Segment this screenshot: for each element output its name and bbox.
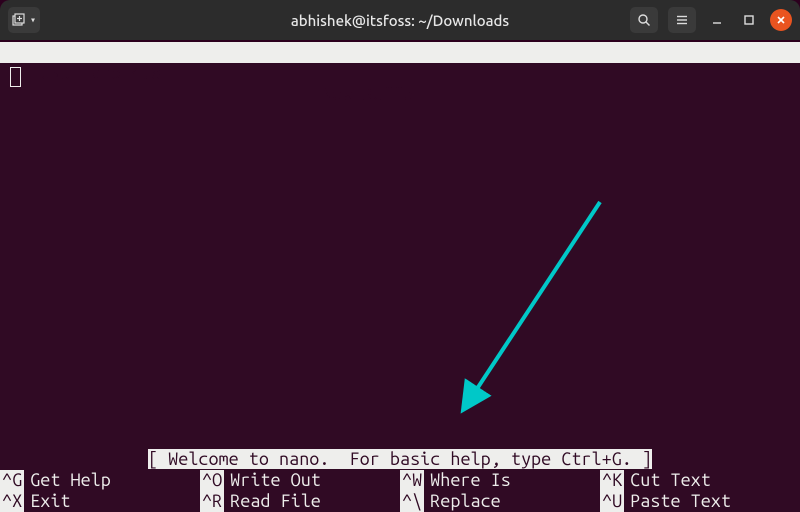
hamburger-menu-button[interactable] bbox=[668, 7, 696, 33]
close-icon bbox=[776, 15, 786, 25]
chevron-down-icon: ▾ bbox=[30, 14, 36, 26]
shortcut-exit: ^XExit bbox=[0, 491, 200, 512]
shortcut-read-file: ^RRead File bbox=[200, 491, 400, 512]
shortcut-where-is: ^WWhere Is bbox=[400, 470, 600, 491]
status-message: [ Welcome to nano. For basic help, type … bbox=[148, 449, 652, 469]
shortcut-replace: ^\Replace bbox=[400, 491, 600, 512]
hamburger-icon bbox=[675, 13, 689, 27]
minimize-button[interactable] bbox=[706, 9, 728, 31]
close-button[interactable] bbox=[770, 9, 792, 31]
minimize-icon bbox=[711, 14, 723, 26]
shortcut-write-out: ^OWrite Out bbox=[200, 470, 400, 491]
new-tab-button[interactable]: ▾ bbox=[8, 7, 40, 33]
terminal-area[interactable]: GNU nano 4.8 New Buffer [ Welcome to nan… bbox=[0, 42, 800, 512]
maximize-icon bbox=[743, 14, 755, 26]
nano-titlebar: GNU nano 4.8 New Buffer bbox=[0, 42, 800, 63]
maximize-button[interactable] bbox=[738, 9, 760, 31]
new-tab-icon bbox=[12, 13, 26, 27]
window-title: abhishek@itsfoss: ~/Downloads bbox=[291, 12, 509, 29]
editor-area[interactable] bbox=[0, 66, 800, 449]
nano-help-bar: ^GGet Help ^OWrite Out ^WWhere Is ^KCut … bbox=[0, 470, 800, 512]
search-button[interactable] bbox=[630, 7, 658, 33]
shortcut-get-help: ^GGet Help bbox=[0, 470, 200, 491]
window-titlebar: ▾ abhishek@itsfoss: ~/Downloads bbox=[0, 0, 800, 40]
search-icon bbox=[637, 13, 651, 27]
shortcut-cut-text: ^KCut Text bbox=[600, 470, 800, 491]
nano-status-line: [ Welcome to nano. For basic help, type … bbox=[0, 449, 800, 470]
shortcut-paste-text: ^UPaste Text bbox=[600, 491, 800, 512]
